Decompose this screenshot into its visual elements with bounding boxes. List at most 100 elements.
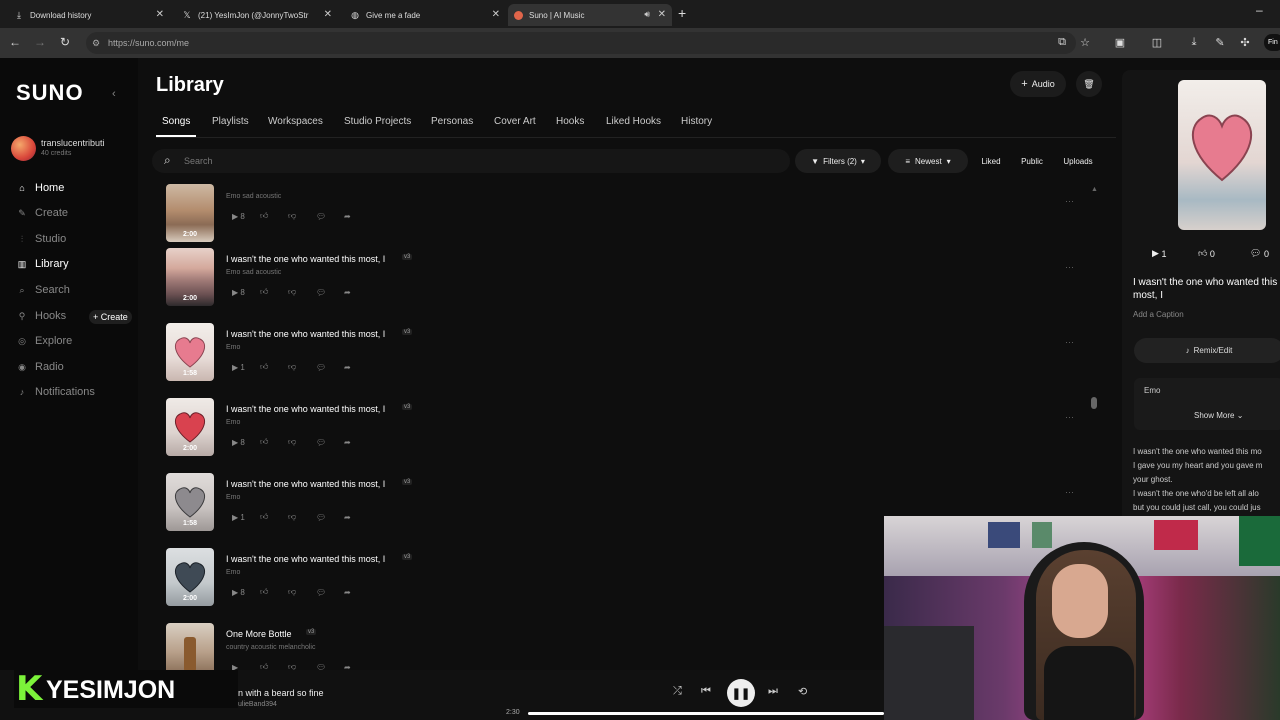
search-input[interactable]: Search xyxy=(152,149,790,173)
comment-icon[interactable]: 💬︎ xyxy=(316,587,344,597)
close-icon[interactable]: ✕ xyxy=(324,9,332,20)
share-icon[interactable]: ➦ xyxy=(344,362,372,372)
close-icon[interactable]: ✕ xyxy=(156,9,164,20)
profile-button[interactable]: Fin xyxy=(1264,34,1280,51)
song-cover[interactable]: 2:00 xyxy=(166,548,214,606)
browser-tab-suno[interactable]: Suno | AI Music 🔊︎ ✕ xyxy=(508,4,672,26)
tab-playlists[interactable]: Playlists xyxy=(212,116,249,127)
shuffle-icon[interactable]: ⤮ xyxy=(673,685,682,698)
song-row[interactable]: 2:00 I wasn't the one who wanted this mo… xyxy=(166,398,1096,464)
sort-button[interactable]: ≡ Newest ▾ xyxy=(888,149,968,173)
close-icon[interactable]: ✕ xyxy=(492,9,500,20)
progress-bar[interactable] xyxy=(528,712,884,715)
tab-cover-art[interactable]: Cover Art xyxy=(494,116,536,127)
share-icon[interactable]: ➦ xyxy=(344,512,372,522)
dislike-icon[interactable]: 👎︎ xyxy=(288,662,316,670)
comment-icon[interactable]: 💬︎ xyxy=(316,211,344,221)
browser-tab-x[interactable]: 𝕏 (21) YesImJon (@JonnyTwoStr ✕ xyxy=(176,4,338,26)
play-count[interactable]: ▶ 1 xyxy=(1152,248,1166,259)
more-options-icon[interactable]: ··· xyxy=(1065,196,1074,206)
downloads-icon[interactable]: ⤓ xyxy=(1187,35,1201,49)
comment-button[interactable]: 💬︎ 0 xyxy=(1250,248,1269,259)
song-title[interactable]: I wasn't the one who wanted this most, I xyxy=(226,479,385,489)
extensions-icon[interactable]: ▣ xyxy=(1113,35,1127,49)
song-cover[interactable]: 2:00 xyxy=(166,184,214,242)
song-title[interactable]: One More Bottle xyxy=(226,629,292,639)
uploads-filter[interactable]: Uploads xyxy=(1058,149,1098,173)
like-icon[interactable]: 👍︎ xyxy=(260,587,288,597)
scroll-up-icon[interactable]: ▲ xyxy=(1091,186,1098,193)
more-options-icon[interactable]: ··· xyxy=(1065,337,1074,347)
suno-logo[interactable]: SUNO xyxy=(16,80,84,106)
song-cover[interactable]: 1:58 xyxy=(166,473,214,531)
song-title[interactable]: I wasn't the one who wanted this most, I xyxy=(226,254,385,264)
play-count[interactable]: ▶ 8 xyxy=(232,211,260,221)
song-row[interactable]: 1:58 I wasn't the one who wanted this mo… xyxy=(166,323,1096,389)
sidebar-icon[interactable]: ◫ xyxy=(1150,35,1164,49)
now-playing-title[interactable]: n with a beard so fine xyxy=(238,688,324,698)
extension-icon[interactable]: ✎ xyxy=(1213,35,1227,49)
comment-icon[interactable]: 💬︎ xyxy=(316,287,344,297)
add-audio-button[interactable]: + Audio xyxy=(1010,71,1066,97)
like-icon[interactable]: 👍︎ xyxy=(260,211,288,221)
tab-workspaces[interactable]: Workspaces xyxy=(268,116,323,127)
like-icon[interactable]: 👍︎ xyxy=(260,362,288,372)
forward-icon[interactable]: → xyxy=(32,34,48,50)
bookmark-star-icon[interactable]: ☆ xyxy=(1078,35,1092,49)
remix-edit-button[interactable]: ♪ Remix/Edit xyxy=(1134,338,1280,363)
song-cover-large[interactable] xyxy=(1178,80,1266,230)
share-icon[interactable]: ➦ xyxy=(344,587,372,597)
dislike-icon[interactable]: 👎︎ xyxy=(288,512,316,522)
now-playing-artist[interactable]: ulieBand394 xyxy=(238,701,277,708)
address-bar[interactable]: ⚙ https://suno.com/me xyxy=(86,32,1076,54)
trash-button[interactable]: 🗑︎ xyxy=(1076,71,1102,97)
song-row[interactable]: 2:00 Emo sad acoustic ▶ 8 👍︎ 👎︎ 💬︎ ➦ ··· xyxy=(166,184,1096,250)
like-icon[interactable]: 👍︎ xyxy=(260,437,288,447)
tab-songs[interactable]: Songs xyxy=(162,116,190,127)
show-more-button[interactable]: Show More ⌄ xyxy=(1194,411,1243,420)
previous-icon[interactable]: ⏮︎ xyxy=(701,685,711,698)
song-title[interactable]: I wasn't the one who wanted this most, I xyxy=(226,404,385,414)
minimize-icon[interactable]: – xyxy=(1256,3,1263,17)
tab-studio-projects[interactable]: Studio Projects xyxy=(344,116,411,127)
dislike-icon[interactable]: 👎︎ xyxy=(288,287,316,297)
add-caption-link[interactable]: Add a Caption xyxy=(1133,310,1184,319)
close-icon[interactable]: ✕ xyxy=(658,9,666,20)
song-title[interactable]: I wasn't the one who wanted this most, I xyxy=(226,554,385,564)
like-icon[interactable]: 👍︎ xyxy=(260,512,288,522)
liked-filter[interactable]: Liked xyxy=(976,149,1006,173)
song-title[interactable]: I wasn't the one who wanted this most, I xyxy=(226,329,385,339)
username[interactable]: translucentributi xyxy=(41,138,121,148)
site-info-icon[interactable]: ⚙ xyxy=(92,32,100,54)
comment-icon[interactable]: 💬︎ xyxy=(316,662,344,671)
song-row[interactable]: 2:00 I wasn't the one who wanted this mo… xyxy=(166,248,1096,314)
tab-history[interactable]: History xyxy=(681,116,712,127)
share-icon[interactable]: ➦ xyxy=(344,211,372,221)
play-count[interactable]: ▶ 8 xyxy=(232,587,260,597)
comment-icon[interactable]: 💬︎ xyxy=(316,362,344,372)
song-cover[interactable] xyxy=(166,623,214,670)
collapse-sidebar-icon[interactable]: ‹ xyxy=(112,88,116,100)
song-cover[interactable]: 2:00 xyxy=(166,398,214,456)
play-count[interactable]: ▶ 8 xyxy=(232,287,260,297)
scrollbar-thumb[interactable] xyxy=(1091,397,1097,409)
more-options-icon[interactable]: ··· xyxy=(1065,487,1074,497)
pause-button[interactable]: ❚❚ xyxy=(727,679,755,707)
reload-icon[interactable]: ↻ xyxy=(57,34,73,50)
dislike-icon[interactable]: 👎︎ xyxy=(288,362,316,372)
install-icon[interactable]: ⧉ xyxy=(1055,35,1069,49)
dislike-icon[interactable]: 👎︎ xyxy=(288,211,316,221)
comment-icon[interactable]: 💬︎ xyxy=(316,437,344,447)
tab-hooks[interactable]: Hooks xyxy=(556,116,584,127)
play-count[interactable]: ▶ xyxy=(232,662,260,671)
filters-button[interactable]: ▼ Filters (2) ▾ xyxy=(795,149,881,173)
avatar[interactable] xyxy=(11,136,36,161)
public-filter[interactable]: Public xyxy=(1016,149,1048,173)
share-icon[interactable]: ➦ xyxy=(344,662,372,671)
puzzle-icon[interactable]: ✣ xyxy=(1238,35,1252,49)
browser-tab-give-me-a-fade[interactable]: ◍ Give me a fade ✕ xyxy=(344,4,506,26)
song-cover[interactable]: 2:00 xyxy=(166,248,214,306)
dislike-icon[interactable]: 👎︎ xyxy=(288,437,316,447)
like-icon[interactable]: 👍︎ xyxy=(260,287,288,297)
song-cover[interactable]: 1:58 xyxy=(166,323,214,381)
